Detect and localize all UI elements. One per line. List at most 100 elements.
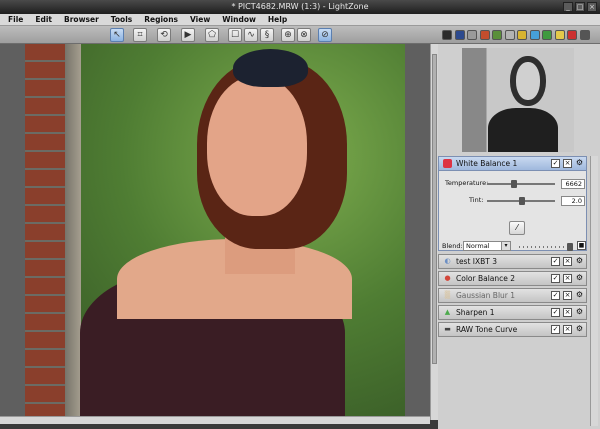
temperature-slider-knob[interactable]: [510, 180, 517, 188]
tool-item-icon: ◐: [444, 257, 451, 265]
tool-item-label: RAW Tone Curve: [456, 325, 518, 334]
gear-icon[interactable]: ⚙: [575, 274, 584, 283]
maximize-button[interactable]: □: [575, 2, 585, 12]
tool-swatch-11[interactable]: [567, 30, 577, 40]
canvas-vertical-scrollbar[interactable]: [430, 44, 438, 420]
gear-icon[interactable]: ⚙: [575, 325, 584, 334]
tint-field[interactable]: 2.0: [561, 196, 585, 206]
tool-item-label: Sharpen 1: [456, 308, 495, 317]
tool-item-icon: ▲: [444, 308, 451, 316]
menu-tools[interactable]: Tools: [105, 14, 138, 25]
remove-tool-button[interactable]: ×: [563, 308, 572, 317]
tool-item-2[interactable]: ● Color Balance 2 ✓ × ⚙: [438, 271, 587, 286]
tint-slider[interactable]: [487, 197, 555, 205]
tool-item-3[interactable]: ▒ Gaussian Blur 1 ✓ × ⚙: [438, 288, 587, 303]
window-controls: _ □ ×: [563, 2, 597, 12]
enable-checkbox[interactable]: ✓: [551, 291, 560, 300]
menu-help[interactable]: Help: [262, 14, 293, 25]
tool-item-4[interactable]: ▲ Sharpen 1 ✓ × ⚙: [438, 305, 587, 320]
menu-bar: File Edit Browser Tools Regions View Win…: [0, 14, 600, 26]
region-bezier-icon[interactable]: ∿: [244, 28, 258, 42]
toolbar: ↖ ⌗ ⟲ ▶ ⬠ ☐ ∿ § ⊕ ⊗ ⊘: [0, 26, 600, 44]
menu-file[interactable]: File: [2, 14, 29, 25]
tool-swatch-2[interactable]: [454, 30, 465, 40]
select-tool-icon[interactable]: ↖: [110, 28, 124, 42]
send-tool-icon[interactable]: ▶: [181, 28, 195, 42]
title-bar: * PICT4682.MRW (1:3) - LightZone _ □ ×: [0, 0, 600, 14]
preview-thumbnail: [462, 48, 574, 152]
menu-browser[interactable]: Browser: [58, 14, 105, 25]
enable-checkbox[interactable]: ✓: [551, 308, 560, 317]
region-curve-icon[interactable]: §: [260, 28, 274, 42]
menu-window[interactable]: Window: [216, 14, 262, 25]
rotate-tool-icon[interactable]: ⟲: [157, 28, 171, 42]
stamp-tool-icon[interactable]: ⊗: [297, 28, 311, 42]
tool-swatch-7[interactable]: [517, 30, 527, 40]
enable-checkbox[interactable]: ✓: [551, 257, 560, 266]
clone-tool-icon[interactable]: ⊕: [281, 28, 295, 42]
remove-tool-button[interactable]: ×: [563, 257, 572, 266]
gear-icon[interactable]: ⚙: [575, 291, 584, 300]
scroll-thumb[interactable]: [432, 54, 437, 364]
tool-swatch-6[interactable]: [504, 30, 515, 40]
remove-tool-button[interactable]: ×: [563, 325, 572, 334]
minimize-button[interactable]: _: [563, 2, 573, 12]
face: [207, 76, 307, 216]
temperature-slider[interactable]: [487, 180, 555, 188]
blend-mode-value: Normal: [466, 242, 490, 250]
sunglasses: [233, 49, 308, 87]
tool-swatch-8[interactable]: [529, 30, 540, 40]
white-balance-header[interactable]: White Balance 1 ✓ × ⚙: [439, 157, 586, 171]
blend-mode-select[interactable]: Normal ▾: [463, 241, 511, 251]
blend-label: Blend:: [442, 242, 463, 250]
canvas-horizontal-scrollbar[interactable]: [0, 416, 430, 424]
tint-label: Tint:: [469, 196, 484, 204]
temperature-label: Temperature:: [445, 179, 489, 187]
close-button[interactable]: ×: [587, 2, 597, 12]
temperature-field[interactable]: 6662: [561, 179, 585, 189]
preview-face: [510, 56, 546, 106]
blend-row: Blend:: [442, 242, 463, 250]
tools-panel: White Balance 1 ✓ × ⚙ Temperature: 6662 …: [438, 44, 600, 429]
tint-slider-knob[interactable]: [519, 197, 526, 205]
chevron-down-icon: ▾: [501, 242, 510, 250]
opacity-slider-knob[interactable]: [567, 243, 573, 251]
gear-icon[interactable]: ⚙: [575, 257, 584, 266]
white-balance-title: White Balance 1: [456, 159, 518, 168]
gear-icon[interactable]: ⚙: [575, 308, 584, 317]
remove-tool-button[interactable]: ×: [563, 159, 572, 168]
tool-item-label: test IXBT 3: [456, 257, 498, 266]
tool-item-icon: ▬: [444, 325, 451, 333]
panel-scrollbar[interactable]: [590, 156, 598, 426]
tool-swatch-5[interactable]: [492, 30, 502, 40]
tool-swatch-12[interactable]: [579, 30, 590, 40]
tool-item-icon: ●: [444, 274, 451, 282]
enable-checkbox[interactable]: ✓: [551, 325, 560, 334]
eyedropper-tool-icon[interactable]: ⊘: [318, 28, 332, 42]
tool-swatch-3[interactable]: [467, 30, 477, 40]
crop-tool-icon[interactable]: ⌗: [133, 28, 147, 42]
temperature-row: Temperature:: [445, 179, 488, 187]
tool-swatch-4[interactable]: [479, 30, 490, 40]
opacity-slider[interactable]: [519, 243, 573, 251]
region-spline-icon[interactable]: ☐: [228, 28, 242, 42]
tool-item-1[interactable]: ◐ test IXBT 3 ✓ × ⚙: [438, 254, 587, 269]
remove-tool-button[interactable]: ×: [563, 291, 572, 300]
enable-checkbox[interactable]: ✓: [551, 159, 560, 168]
menu-regions[interactable]: Regions: [138, 14, 184, 25]
tool-swatch-10[interactable]: [554, 30, 565, 40]
tool-swatch-9[interactable]: [542, 30, 552, 40]
menu-edit[interactable]: Edit: [29, 14, 58, 25]
tool-item-5[interactable]: ▬ RAW Tone Curve ✓ × ⚙: [438, 322, 587, 337]
remove-tool-button[interactable]: ×: [563, 274, 572, 283]
eyedropper-icon[interactable]: ⁄: [509, 221, 525, 235]
gear-icon[interactable]: ⚙: [575, 159, 584, 168]
menu-view[interactable]: View: [184, 14, 216, 25]
tool-item-label: Gaussian Blur 1: [456, 291, 516, 300]
tool-swatch-1[interactable]: [442, 30, 452, 40]
tool-item-label: Color Balance 2: [456, 274, 516, 283]
enable-checkbox[interactable]: ✓: [551, 274, 560, 283]
region-polygon-icon[interactable]: ⬠: [205, 28, 219, 42]
image-canvas[interactable]: [0, 44, 430, 420]
mask-toggle[interactable]: ■: [577, 241, 586, 250]
